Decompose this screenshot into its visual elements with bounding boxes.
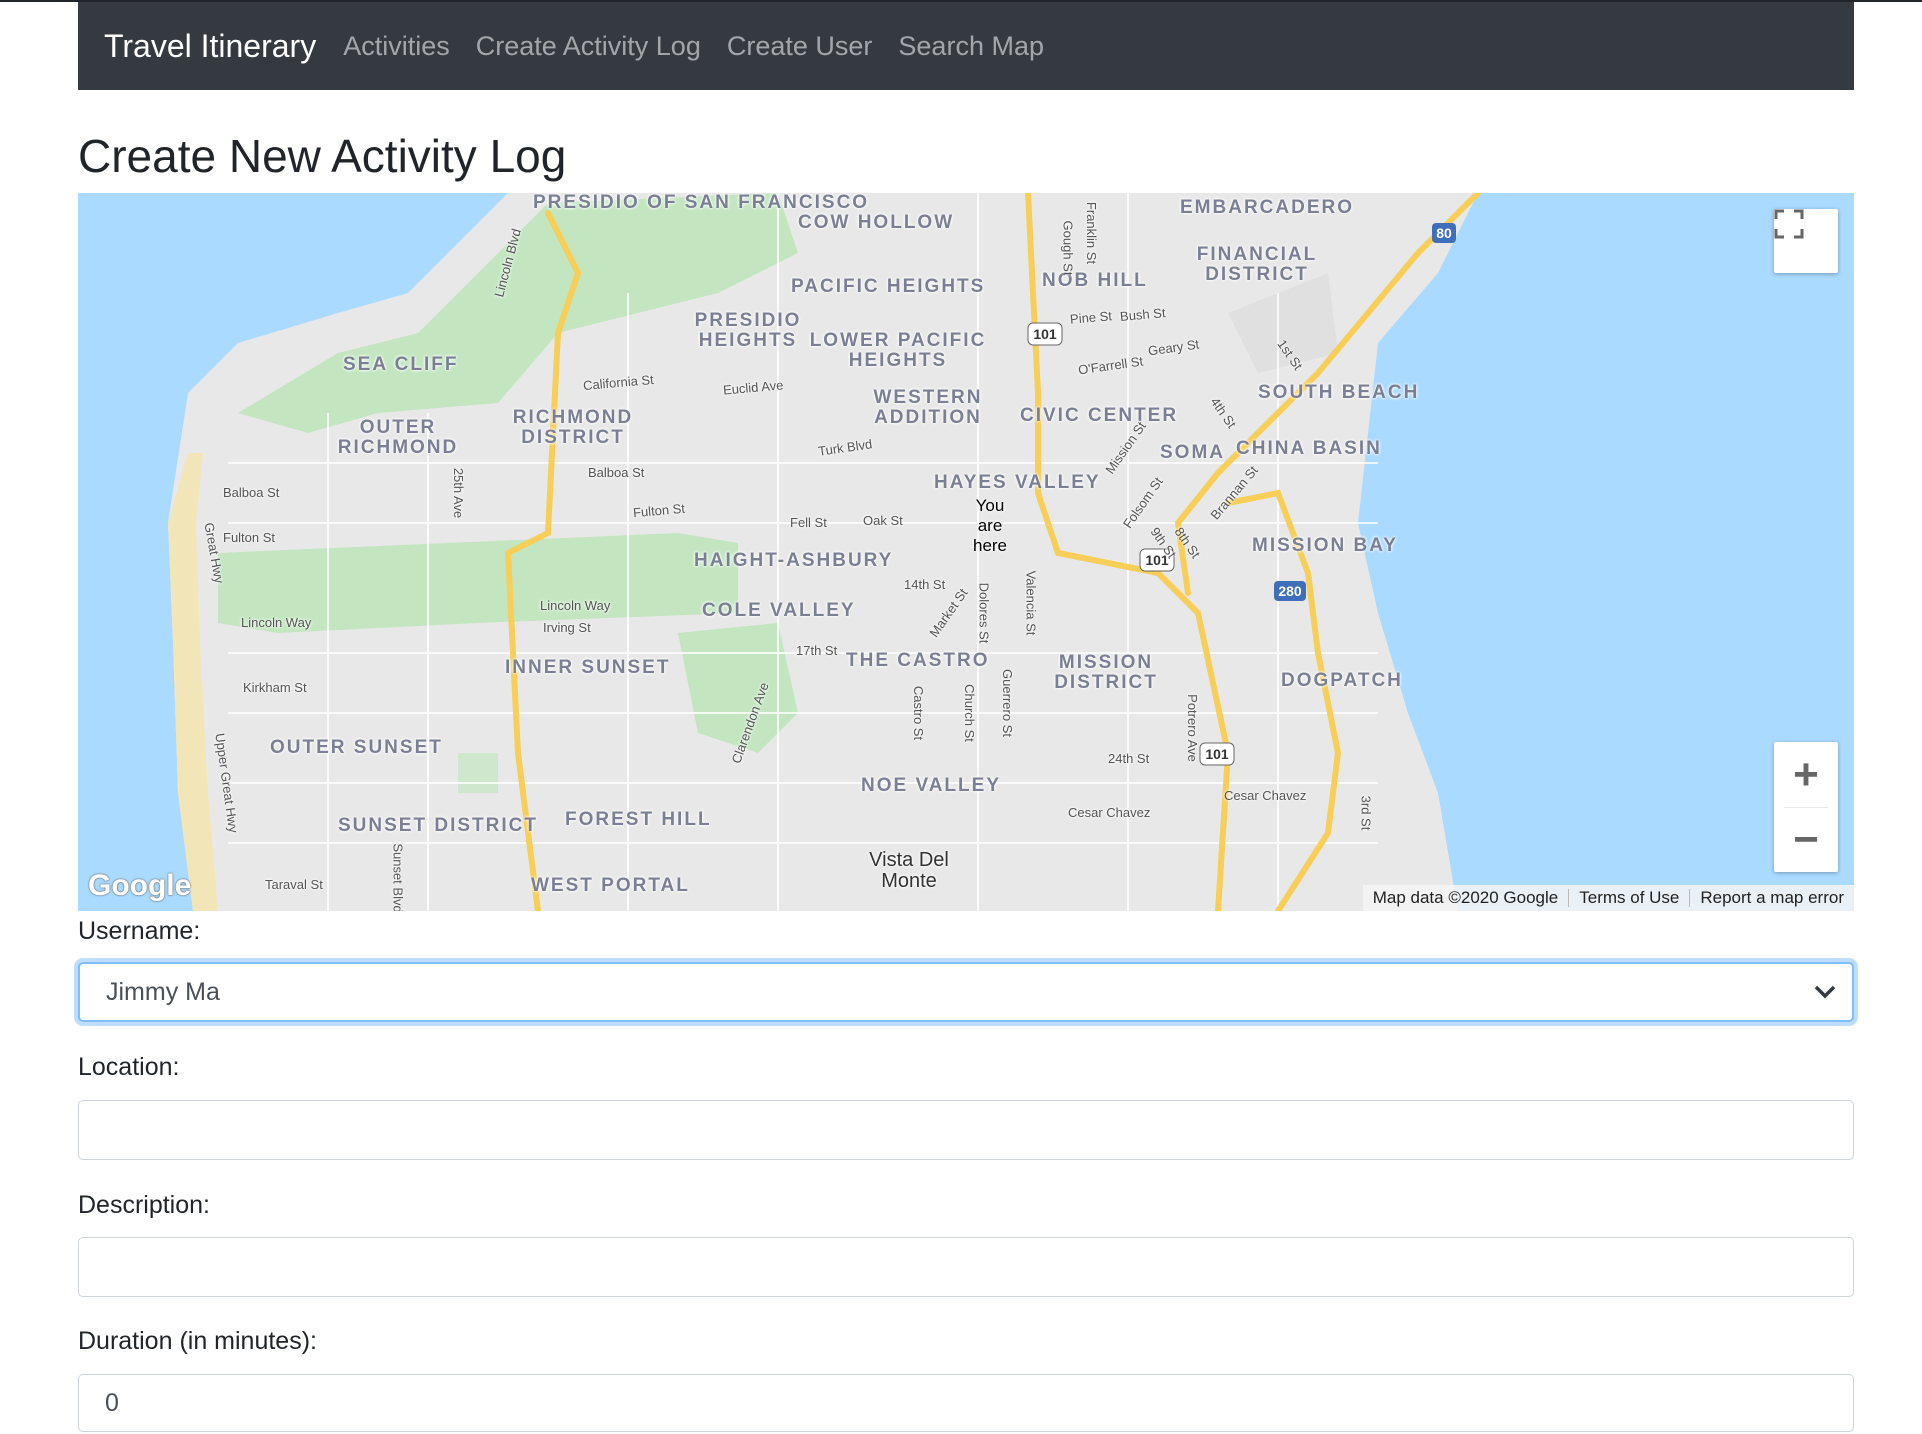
location-label: Location: (78, 1053, 180, 1081)
brand-link[interactable]: Travel Itinerary (104, 28, 316, 65)
street-label: Oak St (863, 513, 903, 528)
shield-101-a: 101 (1033, 326, 1057, 342)
zoom-controls: + − (1774, 742, 1838, 872)
map-label-presidio-heights: PRESIDIO HEIGHTS (694, 310, 802, 351)
map-label-inner-sunset: INNER SUNSET (505, 657, 671, 678)
street-label: Taraval St (265, 877, 323, 892)
map-label-west-portal: WEST PORTAL (531, 875, 690, 896)
street-label: 24th St (1108, 751, 1150, 766)
street-label: Dolores St (976, 582, 992, 644)
you-are-here-label: You are here (972, 496, 1008, 555)
report-map-error-link[interactable]: Report a map error (1690, 888, 1854, 908)
nav-create-user[interactable]: Create User (727, 31, 873, 62)
svg-text:80: 80 (1436, 225, 1452, 241)
map-attribution: Map data ©2020 Google Terms of Use Repor… (1362, 885, 1854, 911)
street-label: Guerrero St (999, 669, 1015, 737)
duration-label: Duration (in minutes): (78, 1327, 317, 1355)
chevron-down-icon (1814, 985, 1836, 999)
username-label: Username: (78, 917, 201, 945)
map-label-pacific-heights: PACIFIC HEIGHTS (791, 276, 986, 297)
zoom-in-button[interactable]: + (1774, 743, 1838, 807)
street-label: Castro St (911, 685, 927, 741)
google-logo: Google (88, 869, 192, 902)
username-select[interactable]: Jimmy Ma (78, 962, 1854, 1022)
description-input[interactable] (78, 1237, 1854, 1297)
map-label-cow-hollow: COW HOLLOW (798, 212, 955, 233)
description-label: Description: (78, 1191, 210, 1219)
map-label-the-castro: THE CASTRO (846, 650, 990, 671)
street-label: Cesar Chavez (1224, 788, 1307, 803)
map-label-civic-center: CIVIC CENTER (1020, 405, 1179, 426)
svg-text:101: 101 (1205, 746, 1229, 762)
map-label-outer-sunset: OUTER SUNSET (270, 737, 443, 758)
street-label: 25th Ave (451, 467, 467, 519)
street-label: Pine St (1069, 308, 1113, 327)
map-label-richmond-district: RICHMOND DISTRICT (512, 407, 634, 448)
map-label-financial-district: FINANCIAL DISTRICT (1196, 244, 1318, 285)
street-label: Balboa St (588, 465, 645, 480)
location-input[interactable] (78, 1100, 1854, 1160)
street-label: Irving St (543, 620, 591, 635)
svg-text:280: 280 (1278, 583, 1302, 599)
map[interactable]: 101 101 101 80 280 PRESIDIO OF SAN FRANC… (78, 193, 1854, 911)
street-label: Fell St (790, 515, 827, 530)
street-label: Fulton St (223, 530, 276, 545)
map-label-western-addition: WESTERN ADDITION (873, 387, 983, 428)
street-label: Church St (961, 684, 977, 742)
street-label: Cesar Chavez (1068, 805, 1151, 820)
map-label-dogpatch: DOGPATCH (1281, 670, 1403, 691)
street-label: Balboa St (223, 485, 280, 500)
street-label: Bush St (1119, 305, 1167, 324)
map-label-noe-valley: NOE VALLEY (861, 775, 1001, 796)
nav-activities[interactable]: Activities (343, 31, 450, 62)
fullscreen-button[interactable] (1774, 209, 1838, 273)
map-label-soma: SOMA (1160, 442, 1225, 463)
street-label: 14th St (904, 577, 946, 592)
duration-input[interactable]: 0 (78, 1374, 1854, 1432)
duration-value: 0 (105, 1388, 119, 1417)
page-title: Create New Activity Log (78, 130, 567, 182)
nav-search-map[interactable]: Search Map (898, 31, 1044, 62)
map-label-presidio: PRESIDIO OF SAN FRANCISCO (533, 193, 870, 213)
street-label: Kirkham St (243, 680, 307, 695)
nav-create-activity-log[interactable]: Create Activity Log (476, 31, 701, 62)
map-label-south-beach: SOUTH BEACH (1258, 382, 1420, 403)
map-label-china-basin: CHINA BASIN (1236, 438, 1382, 459)
map-label-sunset-district: SUNSET DISTRICT (338, 815, 538, 836)
map-label-forest-hill: FOREST HILL (565, 809, 712, 830)
map-label-mission-bay: MISSION BAY (1252, 535, 1398, 556)
map-label-cole-valley: COLE VALLEY (702, 600, 856, 621)
street-label: Sunset Blvd (390, 843, 406, 911)
zoom-out-button[interactable]: − (1774, 808, 1838, 872)
map-label-embarcadero: EMBARCADERO (1180, 197, 1354, 218)
street-label: Gough St (1060, 220, 1076, 276)
street-label: Franklin St (1084, 201, 1100, 265)
street-label: Lincoln Way (241, 615, 312, 630)
street-label: Potrero Ave (1184, 694, 1200, 762)
street-label: Valencia St (1023, 570, 1039, 636)
street-label: Lincoln Way (540, 598, 611, 613)
map-label-sea-cliff: SEA CLIFF (343, 354, 459, 375)
place-label-vista-del-monte: Vista Del Monte (869, 849, 949, 892)
navbar: Travel Itinerary Activities Create Activ… (78, 2, 1854, 90)
username-selected-value: Jimmy Ma (106, 977, 220, 1006)
map-label-hayes-valley: HAYES VALLEY (934, 472, 1101, 493)
street-label: 3rd St (1358, 795, 1374, 831)
map-label-mission-district: MISSION DISTRICT (1054, 652, 1158, 693)
map-data-credit: Map data ©2020 Google (1372, 888, 1559, 907)
terms-of-use-link[interactable]: Terms of Use (1569, 888, 1689, 908)
street-label: 17th St (796, 643, 838, 658)
map-label-lower-pacific-heights: LOWER PACIFIC HEIGHTS (809, 330, 987, 371)
fullscreen-icon (1774, 209, 1804, 239)
map-label-outer-richmond: OUTER RICHMOND (337, 417, 459, 458)
map-label-haight-ashbury: HAIGHT-ASHBURY (694, 550, 894, 571)
